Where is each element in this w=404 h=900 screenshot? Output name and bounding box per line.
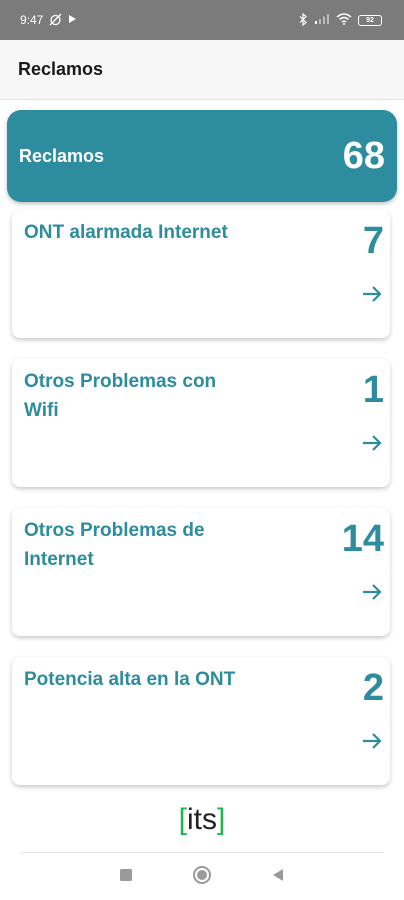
- status-bar: 9:47 92: [0, 0, 404, 40]
- system-nav-bar: [0, 855, 404, 900]
- logo-bracket-right: ]: [217, 803, 226, 836]
- alarm-off-icon: [49, 13, 62, 28]
- signal-icon: [314, 13, 330, 27]
- arrow-right-icon[interactable]: [360, 729, 384, 753]
- wifi-icon: [336, 13, 352, 27]
- app-bar: Reclamos: [0, 40, 404, 100]
- claim-card[interactable]: Potencia alta en la ONT 2: [12, 657, 390, 785]
- arrow-right-icon[interactable]: [360, 282, 384, 306]
- claim-card-title: ONT alarmada Internet: [24, 222, 228, 243]
- battery-icon: 92: [358, 14, 382, 26]
- claim-card-title: Otros Problemas con Wifi: [24, 371, 217, 421]
- nav-divider: [20, 852, 384, 853]
- its-logo: [its]: [0, 800, 404, 840]
- bluetooth-icon: [299, 12, 308, 28]
- claim-card-count: 1: [362, 369, 384, 411]
- home-icon[interactable]: [192, 865, 212, 890]
- play-store-icon: [68, 14, 77, 26]
- logo-text: its: [187, 803, 217, 836]
- summary-card: Reclamos 68: [7, 110, 397, 202]
- claim-card-title: Otros Problemas de Internet: [24, 520, 205, 570]
- back-icon[interactable]: [271, 868, 285, 887]
- claim-card-count: 7: [362, 220, 384, 262]
- arrow-right-icon[interactable]: [360, 431, 384, 455]
- status-time: 9:47: [20, 13, 44, 27]
- claim-card[interactable]: Otros Problemas con Wifi 1: [12, 359, 390, 487]
- logo-bracket-left: [: [178, 803, 187, 836]
- arrow-right-icon[interactable]: [360, 580, 384, 604]
- claim-card[interactable]: ONT alarmada Internet 7: [12, 210, 390, 338]
- summary-count: 68: [342, 134, 385, 177]
- claim-card-count: 14: [341, 518, 384, 560]
- claim-card[interactable]: Otros Problemas de Internet 14: [12, 508, 390, 636]
- page-title: Reclamos: [18, 59, 104, 79]
- claim-card-count: 2: [362, 667, 384, 709]
- recents-icon[interactable]: [119, 868, 133, 887]
- claim-card-title: Potencia alta en la ONT: [24, 669, 236, 690]
- summary-label: Reclamos: [19, 145, 105, 166]
